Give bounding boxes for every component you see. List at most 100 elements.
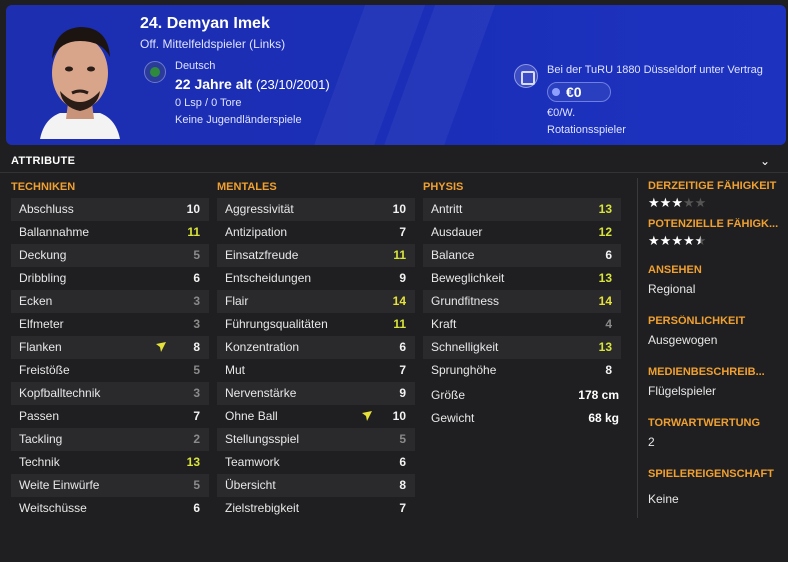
goalkeeper-rating: TORWARTWERTUNG 2 [648,417,788,449]
attribute-row[interactable]: Stellungsspiel 5 [217,428,415,451]
divider [0,172,788,173]
attribute-label: Einsatzfreude [225,248,299,262]
attribute-value: 3 [193,294,200,308]
attribute-label: Deckung [19,248,67,262]
attribute-label: Konzentration [225,340,300,354]
attribute-row[interactable]: Entscheidungen 9 [217,267,415,290]
traits-title: SPIELEREIGENSCHAFT [648,468,774,480]
star-full-icon: ★ [648,233,660,248]
nationality[interactable]: Deutsch [175,60,215,72]
height-value: 178 cm [578,388,619,402]
attribute-value: 13 [598,202,612,216]
current-ability[interactable]: DERZEITIGE FÄHIGKEIT ★★★★★ [648,180,788,211]
attribute-row[interactable]: Tackling 2 [11,428,209,451]
nationality-flag-icon[interactable] [144,61,166,83]
attribute-row[interactable]: Ballannahme 11 [11,221,209,244]
player-age: 22 Jahre alt (23/10/2001) [175,76,330,92]
attribute-row[interactable]: Elfmeter 3 [11,313,209,336]
attribute-row[interactable]: Konzentration 6 [217,336,415,359]
attribute-row[interactable]: Ecken 3 [11,290,209,313]
reputation-value: Regional [648,282,696,296]
attribute-value: 13 [598,340,612,354]
international-appearances: 0 Lsp / 0 Tore [175,97,242,109]
attribute-label: Übersicht [225,478,276,492]
attribute-value: 4 [605,317,612,331]
attribute-value: 3 [193,317,200,331]
player-traits: SPIELEREIGENSCHAFT Keine [648,468,788,506]
date-of-birth: (23/10/2001) [255,77,330,92]
attribute-label: Flanken [19,340,62,354]
attribute-label: Ecken [19,294,53,308]
attribute-value: 10 [392,202,406,216]
attribute-row[interactable]: Führungsqualitäten 11 [217,313,415,336]
attribute-label: Weitschüsse [19,501,87,515]
attribute-value: 12 [598,225,612,239]
attribute-row[interactable]: Ausdauer 12 [423,221,621,244]
attribute-value: 6 [605,248,612,262]
current-ability-title: DERZEITIGE FÄHIGKEIT [648,180,777,192]
attribute-label: Tackling [19,432,63,446]
attribute-row[interactable]: Grundfitness 14 [423,290,621,313]
star-full-icon: ★ [671,233,683,248]
attribute-row[interactable]: Sprunghöhe 8 [423,359,621,382]
chevron-down-icon[interactable]: ⌄ [760,154,770,168]
attribute-row[interactable]: Abschluss 10 [11,198,209,221]
attribute-row[interactable]: Ohne Ball 10 [217,405,415,428]
personality-title: PERSÖNLICHKEIT [648,315,746,327]
attribute-row[interactable]: Einsatzfreude 11 [217,244,415,267]
gk-title: TORWARTWERTUNG [648,417,761,429]
attribute-row[interactable]: Antritt 13 [423,198,621,221]
attribute-row[interactable]: Teamwork 6 [217,451,415,474]
attribute-row[interactable]: Antizipation 7 [217,221,415,244]
attribute-row[interactable]: Schnelligkeit 13 [423,336,621,359]
weight-label: Gewicht [431,411,475,425]
attribute-label: Weite Einwürfe [19,478,100,492]
attribute-row[interactable]: Nervenstärke 9 [217,382,415,405]
attribute-row[interactable]: Dribbling 6 [11,267,209,290]
media-value: Flügelspieler [648,384,717,398]
star-full-icon: ★ [671,195,683,210]
attribute-value: 5 [193,363,200,377]
attribute-row[interactable]: Beweglichkeit 13 [423,267,621,290]
attribute-row[interactable]: Kopfballtechnik 3 [11,382,209,405]
attribute-row[interactable]: Deckung 5 [11,244,209,267]
attribute-label: Teamwork [225,455,280,469]
attribute-value: 8 [605,363,612,377]
star-half-icon: ★ [694,233,707,248]
player-name: 24. Demyan Imek [140,15,270,32]
attribute-row[interactable]: Passen 7 [11,405,209,428]
attribute-row[interactable]: Flanken 8 [11,336,209,359]
squad-status: Rotationsspieler [547,124,626,136]
attribute-value: 9 [399,386,406,400]
potential-ability-stars: ★★★★★ [648,233,788,249]
attribute-row[interactable]: Übersicht 8 [217,474,415,497]
attribute-row[interactable]: Flair 14 [217,290,415,313]
attribute-row[interactable]: Zielstrebigkeit 7 [217,497,415,520]
attribute-row[interactable]: Weite Einwürfe 5 [11,474,209,497]
attribute-label: Freistöße [19,363,70,377]
attribute-label: Ohne Ball [225,409,278,423]
attribute-row[interactable]: Balance 6 [423,244,621,267]
gk-value: 2 [648,435,655,449]
attribute-row[interactable]: Weitschüsse 6 [11,497,209,520]
contract-info[interactable]: Bei der TuRU 1880 Düsseldorf unter Vertr… [547,64,763,76]
attribute-value: 11 [393,317,406,331]
attribute-value: 14 [392,294,406,308]
star-full-icon: ★ [659,195,672,210]
player-header: 24. Demyan Imek Off. Mittelfeldspieler (… [6,5,786,145]
attribute-row[interactable]: Kraft 4 [423,313,621,336]
star-empty-icon: ★ [682,195,695,210]
attribute-label: Antritt [431,202,463,216]
attribute-row[interactable]: Freistöße 5 [11,359,209,382]
attribute-label: Passen [19,409,60,423]
club-badge-icon[interactable] [514,64,538,88]
attribute-row[interactable]: Mut 7 [217,359,415,382]
player-wage: €0/W. [547,107,576,119]
attribute-value: 6 [399,455,406,469]
attribute-row[interactable]: Technik 13 [11,451,209,474]
attribute-value: 6 [193,501,200,515]
potential-ability[interactable]: POTENZIELLE FÄHIGK... ★★★★★ [648,218,788,249]
star-empty-icon: ★ [694,195,707,210]
attribute-row[interactable]: Aggressivität 10 [217,198,415,221]
traits-value: Keine [648,492,679,506]
